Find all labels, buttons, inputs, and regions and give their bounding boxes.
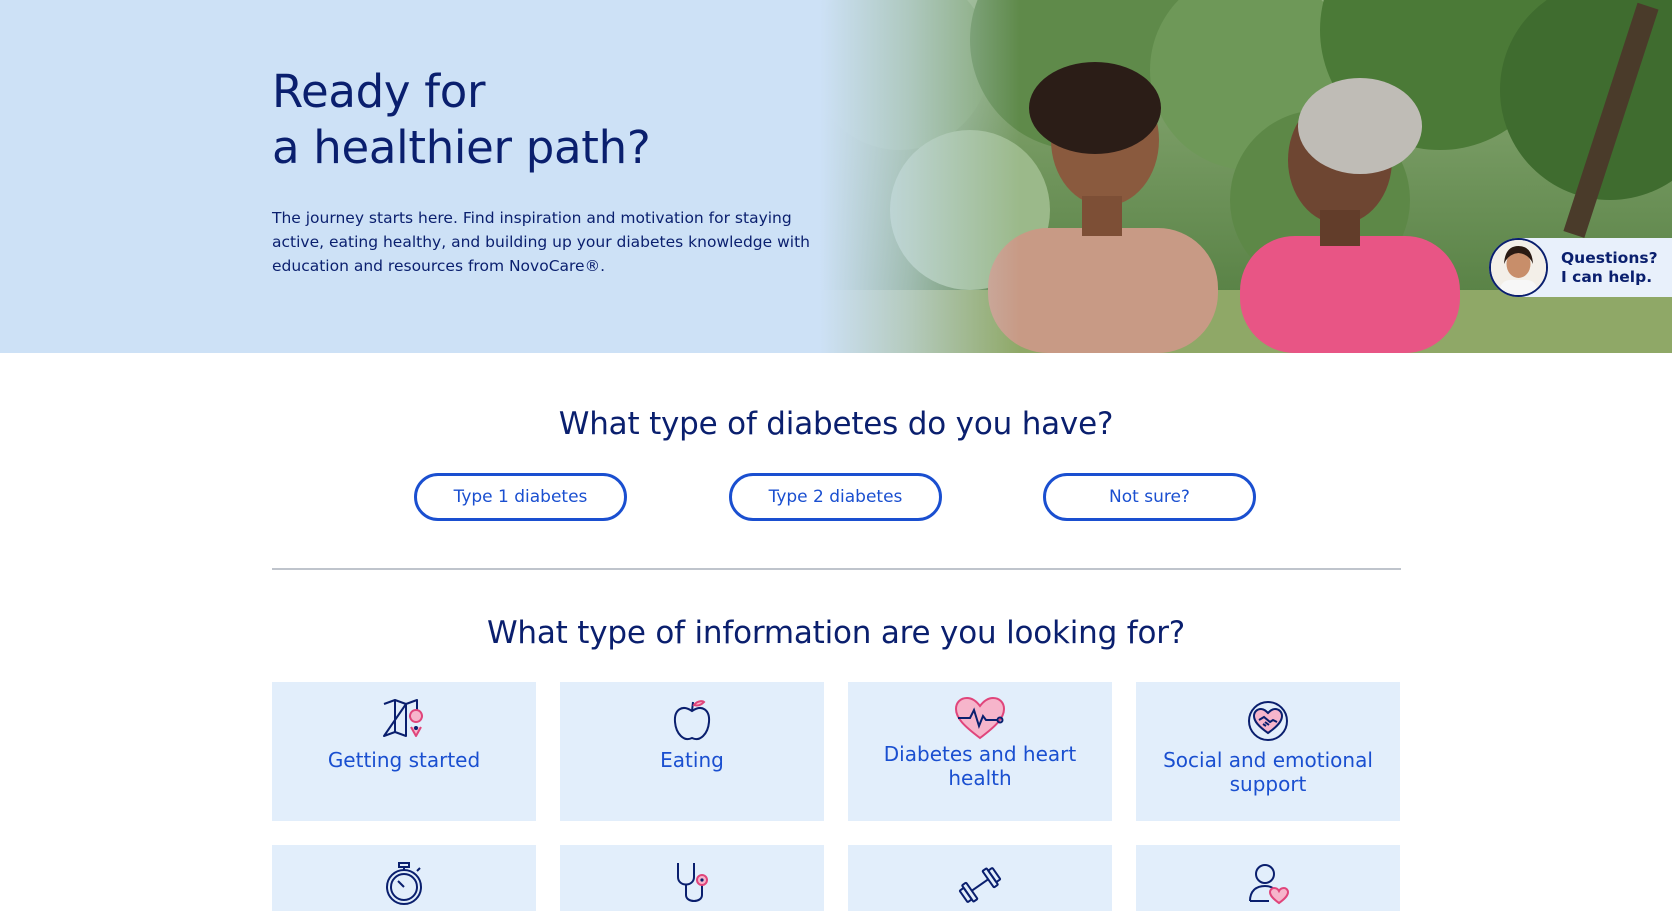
hero-text: Ready for a healthier path? The journey … bbox=[272, 64, 812, 278]
dumbbell-icon bbox=[848, 867, 1112, 903]
card-exercise[interactable] bbox=[848, 845, 1112, 911]
card-getting-started[interactable]: Getting started bbox=[272, 682, 536, 821]
card-diabetes-heart-health[interactable]: Diabetes and heart health bbox=[848, 682, 1112, 821]
person-heart-icon bbox=[1136, 863, 1400, 905]
not-sure-button[interactable]: Not sure? bbox=[1043, 473, 1256, 521]
card-label: Social and emotional support bbox=[1163, 748, 1373, 796]
card-label: Getting started bbox=[327, 748, 481, 772]
hero-title: Ready for a healthier path? bbox=[272, 64, 812, 176]
map-pin-icon bbox=[272, 698, 536, 742]
heart-pulse-icon bbox=[848, 696, 1112, 740]
card-medical-care[interactable] bbox=[560, 845, 824, 911]
stethoscope-icon bbox=[560, 861, 824, 907]
apple-icon bbox=[560, 698, 824, 744]
diabetes-type-heading: What type of diabetes do you have? bbox=[558, 406, 1114, 442]
type-2-diabetes-button[interactable]: Type 2 diabetes bbox=[729, 473, 942, 521]
chat-label-line-1: Questions? bbox=[1561, 248, 1658, 267]
section-divider bbox=[272, 568, 1401, 570]
hero-title-line-1: Ready for bbox=[272, 65, 486, 118]
card-social-emotional-support[interactable]: Social and emotional support bbox=[1136, 682, 1400, 821]
hero-banner: Ready for a healthier path? The journey … bbox=[0, 0, 1672, 353]
chat-label-line-2: I can help. bbox=[1561, 267, 1653, 286]
chat-avatar bbox=[1489, 238, 1548, 297]
hero-title-line-2: a healthier path? bbox=[272, 121, 651, 174]
card-self-care[interactable] bbox=[1136, 845, 1400, 911]
card-label: Diabetes and heart health bbox=[883, 742, 1077, 790]
card-activity[interactable] bbox=[272, 845, 536, 911]
info-type-heading: What type of information are you looking… bbox=[486, 615, 1186, 651]
chat-help-widget[interactable]: Questions? I can help. bbox=[1489, 238, 1672, 297]
stopwatch-icon bbox=[272, 861, 536, 907]
diabetes-type-buttons: Type 1 diabetes Type 2 diabetes Not sure… bbox=[0, 473, 1672, 521]
hero-description: The journey starts here. Find inspiratio… bbox=[272, 209, 810, 275]
type-1-diabetes-button[interactable]: Type 1 diabetes bbox=[414, 473, 627, 521]
card-label: Eating bbox=[660, 748, 724, 772]
hero-photo-fade bbox=[820, 0, 1020, 353]
handshake-heart-icon bbox=[1136, 700, 1400, 742]
card-eating[interactable]: Eating bbox=[560, 682, 824, 821]
chat-label: Questions? I can help. bbox=[1561, 249, 1658, 287]
